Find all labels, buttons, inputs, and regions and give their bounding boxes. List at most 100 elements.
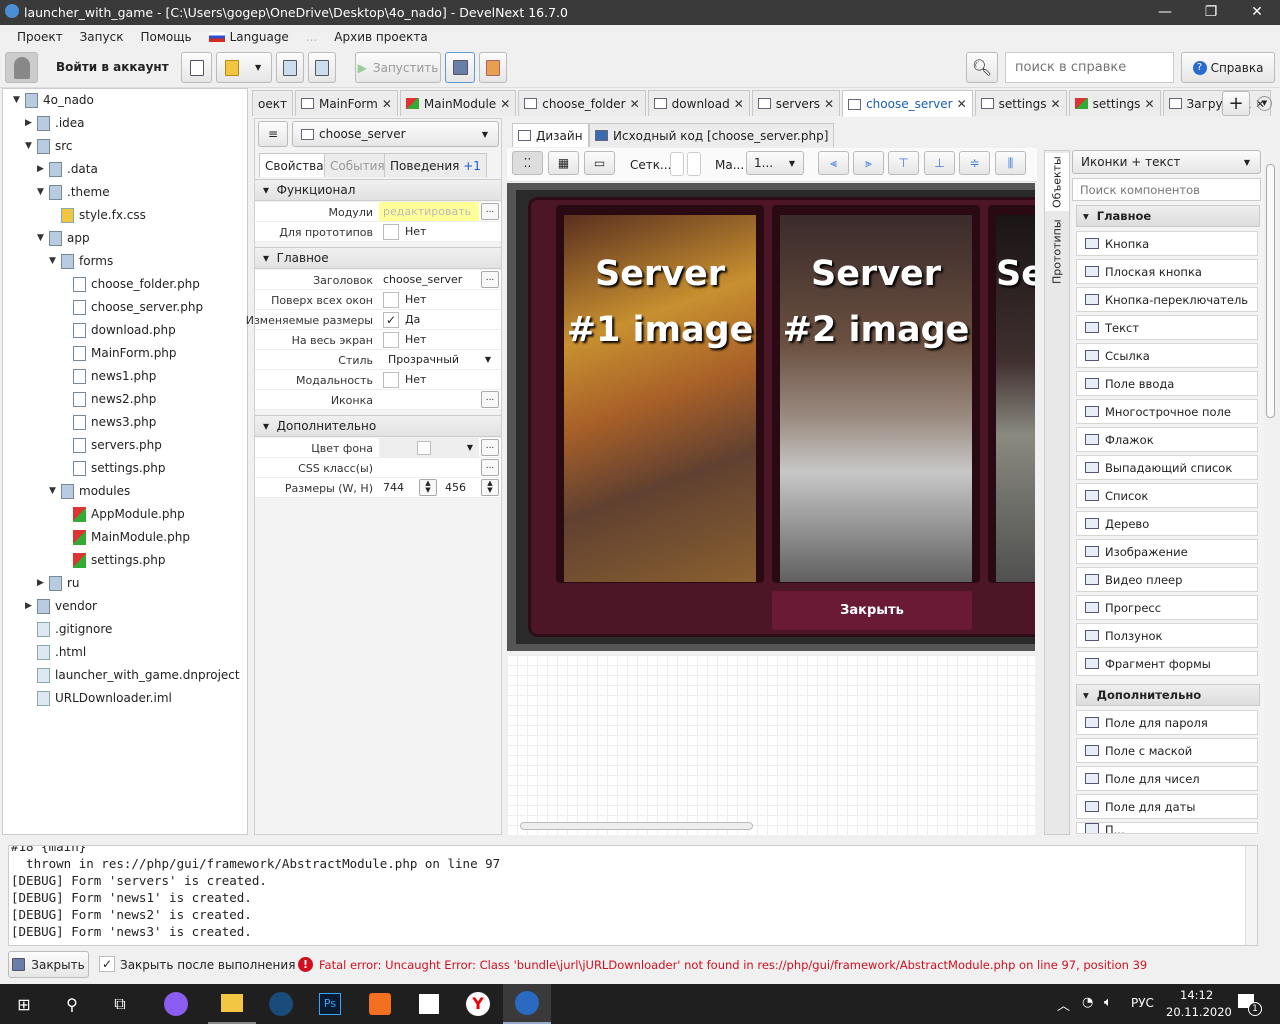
component-item[interactable]: Текст (1076, 315, 1258, 340)
align-middle-button[interactable]: ⫼ (995, 151, 1026, 175)
expand-arrow-icon[interactable]: ▼ (49, 256, 61, 266)
color-picker[interactable]: ▼ (379, 438, 479, 457)
tab-оект[interactable]: оект (252, 90, 293, 116)
align-bottom-button[interactable]: ⊥ (924, 151, 955, 175)
explorer-app[interactable] (208, 984, 256, 1024)
more-button[interactable]: ... (481, 439, 499, 456)
console-scrollbar[interactable] (1245, 846, 1257, 945)
hamburger-button[interactable]: ≡ (258, 121, 288, 147)
tab-objects[interactable]: Объекты (1045, 153, 1069, 211)
tab-servers[interactable]: servers ✕ (751, 90, 841, 116)
tree-item[interactable]: URLDownloader.iml (25, 687, 172, 709)
grid-x-input[interactable] (670, 152, 684, 176)
tab-behaviors[interactable]: Поведения +1 (384, 153, 487, 177)
xampp-app[interactable] (356, 984, 404, 1024)
menu-language[interactable]: Language (230, 30, 289, 44)
checkbox[interactable] (383, 331, 399, 348)
component-item[interactable]: Ползунок (1076, 623, 1258, 648)
grid-button[interactable]: ▦ (548, 151, 579, 175)
checkbox[interactable] (383, 291, 399, 308)
search-button[interactable]: 🔍︎ (966, 52, 998, 83)
form-select[interactable]: choose_server ▼ (292, 121, 499, 147)
search-taskbar-button[interactable]: ⚲ (48, 984, 96, 1024)
yandex-browser-app[interactable]: Y (454, 984, 502, 1024)
scale-select[interactable]: 1... ▼ (746, 151, 804, 175)
section-main[interactable]: ▾ Главное (255, 247, 501, 269)
alice-app[interactable] (152, 984, 200, 1024)
tab-choose_folder[interactable]: choose_folder ✕ (518, 90, 646, 116)
checkbox-checked[interactable]: ✓ (383, 311, 399, 328)
tree-item[interactable]: ▼ src (25, 135, 73, 157)
form-close-button[interactable]: Закрыть (772, 591, 972, 630)
tree-item[interactable]: settings.php (61, 457, 166, 479)
tree-item[interactable]: MainForm.php (61, 342, 177, 364)
clock-date[interactable]: 20.11.2020 (1166, 1005, 1232, 1019)
expand-arrow-icon[interactable]: ▶ (25, 118, 37, 128)
palette-scrollbar[interactable] (1264, 150, 1278, 835)
component-item[interactable]: Выпадающий список (1076, 455, 1258, 480)
login-button[interactable]: Войти в аккаунт (56, 60, 169, 74)
tree-item[interactable]: choose_folder.php (61, 273, 200, 295)
menu-run[interactable]: Запуск (80, 30, 124, 44)
save-button[interactable] (276, 52, 304, 83)
avatar[interactable] (5, 52, 38, 83)
section-main[interactable]: ▾ Главное (1076, 205, 1260, 227)
component-item[interactable]: Поле для пароля (1076, 710, 1258, 735)
expand-arrow-icon[interactable]: ▼ (37, 187, 49, 197)
tab-design[interactable]: Дизайн (512, 123, 589, 147)
checkbox[interactable] (383, 371, 399, 388)
close-after-checkbox[interactable]: ✓ (99, 956, 115, 972)
tree-item[interactable]: launcher_with_game.dnproject (25, 664, 240, 686)
close-tab-icon[interactable]: ✕ (382, 97, 392, 111)
tree-item[interactable]: AppModule.php (61, 503, 185, 525)
tab-properties[interactable]: Свойства (259, 153, 330, 177)
close-tab-icon[interactable]: ✕ (500, 97, 510, 111)
component-item[interactable]: Кнопка-переключатель (1076, 287, 1258, 312)
component-search-input[interactable] (1072, 178, 1261, 201)
tree-item[interactable]: news2.php (61, 388, 156, 410)
tab-download[interactable]: download ✕ (647, 90, 750, 116)
component-item[interactable]: Фрагмент формы (1076, 651, 1258, 676)
add-tab-button[interactable]: + (1222, 91, 1250, 116)
align-left-button[interactable]: ⫷ (818, 151, 849, 175)
close-tab-icon[interactable]: ✕ (1051, 97, 1061, 111)
clock-time[interactable]: 14:12 (1180, 988, 1213, 1002)
style-select[interactable]: Прозрачный ▼ (379, 350, 499, 369)
close-tab-icon[interactable]: ✕ (957, 97, 967, 111)
maximize-button[interactable]: ❐ (1188, 0, 1234, 25)
component-item[interactable]: Поле с маской (1076, 738, 1258, 763)
close-tab-icon[interactable]: ✕ (824, 97, 834, 111)
more-button[interactable]: ... (481, 459, 499, 476)
component-item[interactable]: Плоская кнопка (1076, 259, 1258, 284)
align-center-button[interactable]: ≑ (959, 151, 990, 175)
tree-item[interactable]: ▼ 4o_nado (13, 89, 94, 111)
component-item[interactable]: Изображение (1076, 539, 1258, 564)
tab-settings[interactable]: settings ✕ (974, 90, 1067, 116)
dots-grid-button[interactable]: ⁚⁚ (512, 151, 543, 175)
tree-item[interactable]: news3.php (61, 411, 156, 433)
save-as-button[interactable] (308, 52, 336, 83)
tree-item[interactable]: choose_server.php (61, 296, 203, 318)
minimize-button[interactable]: — (1142, 0, 1188, 25)
menu-archive[interactable]: Архив проекта (334, 30, 427, 44)
console-close-button[interactable]: Закрыть (8, 951, 89, 978)
help-search-input[interactable] (1005, 52, 1174, 83)
tray-chevron-icon[interactable]: ︿ (1057, 995, 1070, 1014)
expand-arrow-icon[interactable]: ▼ (49, 486, 61, 496)
horizontal-scrollbar[interactable] (520, 822, 753, 830)
menu-help[interactable]: Помощь (140, 30, 191, 44)
tab-choose_server[interactable]: choose_server ✕ (842, 90, 973, 117)
store-app[interactable] (405, 984, 453, 1024)
section-functional[interactable]: ▾ Функционал (255, 179, 501, 201)
height-input[interactable]: 456 (441, 478, 481, 497)
component-item[interactable]: Многострочное поле (1076, 399, 1258, 424)
menu-project[interactable]: Проект (17, 30, 63, 44)
tabs-menu-button[interactable]: ▼ (1257, 96, 1272, 111)
tree-item[interactable]: download.php (61, 319, 176, 341)
expand-arrow-icon[interactable]: ▶ (37, 578, 49, 588)
wifi-icon[interactable]: ◔ (1082, 995, 1093, 1010)
tree-item[interactable]: ▶ .idea (25, 112, 85, 134)
tab-Загрузчик[interactable]: Загрузчик ✕ (1162, 90, 1272, 116)
component-item[interactable]: Флажок (1076, 427, 1258, 452)
more-button[interactable]: ... (481, 271, 499, 288)
